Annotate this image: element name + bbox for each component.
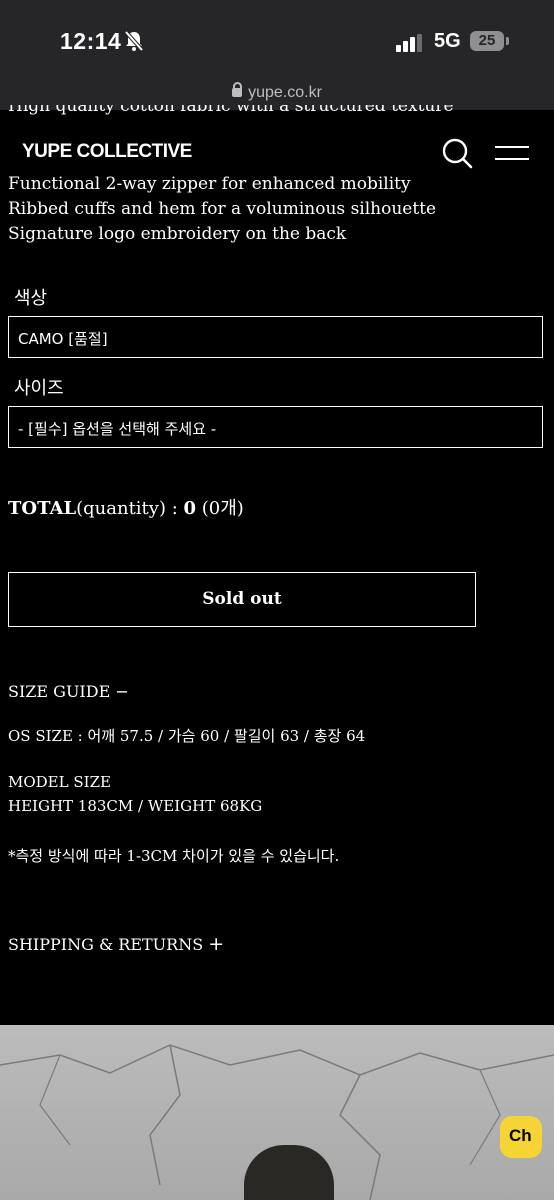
- shipping-returns-title: SHIPPING & RETURNS: [8, 935, 204, 954]
- plus-icon: +: [208, 933, 225, 955]
- total-quantity: TOTAL(quantity) : 0 (0개): [8, 494, 244, 520]
- feature-line: Ribbed cuffs and hem for a voluminous si…: [8, 199, 437, 219]
- chat-button[interactable]: Ch: [500, 1116, 542, 1158]
- feature-line: Functional 2-way zipper for enhanced mob…: [8, 174, 411, 194]
- clock: 12:14: [60, 28, 122, 54]
- total-count: 0: [183, 498, 197, 519]
- total-label: TOTAL: [8, 498, 77, 519]
- os-size-text: OS SIZE : 어깨 57.5 / 가슴 60 / 팔길이 63 / 총장 …: [8, 727, 366, 745]
- color-select-value: CAMO [품절]: [18, 330, 108, 348]
- feature-line: Signature logo embroidery on the back: [8, 224, 347, 244]
- lock-icon: [232, 82, 243, 97]
- size-select-value: - [필수] 옵션을 선택해 주세요 -: [18, 420, 217, 438]
- total-count-paren: (0개): [196, 498, 244, 519]
- size-label: 사이즈: [14, 378, 64, 399]
- color-label: 색상: [14, 288, 48, 309]
- site-logo[interactable]: YUPE COLLECTIVE: [22, 141, 192, 163]
- minus-icon: −: [115, 682, 129, 701]
- status-bar: 12:14 5G 25 yupe.co.kr: [0, 0, 554, 110]
- sold-out-button[interactable]: Sold out: [8, 572, 476, 627]
- bell-muted-icon: [124, 30, 144, 52]
- size-select[interactable]: - [필수] 옵션을 선택해 주세요 -: [8, 406, 543, 448]
- product-photo: [0, 1025, 554, 1200]
- size-guide-toggle[interactable]: SIZE GUIDE −: [8, 682, 129, 701]
- url-text: yupe.co.kr: [248, 84, 322, 101]
- measurement-note: *측정 방식에 따라 1-3CM 차이가 있을 수 있습니다.: [8, 847, 340, 865]
- model-size-text: HEIGHT 183CM / WEIGHT 68KG: [8, 797, 263, 815]
- search-icon[interactable]: [440, 136, 474, 170]
- battery-icon: 25: [470, 31, 504, 51]
- network-type: 5G: [434, 30, 461, 52]
- shipping-returns-toggle[interactable]: SHIPPING & RETURNS +: [8, 933, 224, 955]
- signal-icon: [396, 34, 422, 52]
- model-size-title: MODEL SIZE: [8, 773, 111, 791]
- url-bar[interactable]: yupe.co.kr: [0, 82, 554, 102]
- battery-tip: [506, 37, 509, 45]
- chat-icon: Ch: [509, 1126, 532, 1145]
- size-guide-title: SIZE GUIDE: [8, 682, 111, 701]
- color-select[interactable]: CAMO [품절]: [8, 316, 543, 358]
- hamburger-menu-icon[interactable]: [494, 142, 530, 166]
- total-text: (quantity) :: [76, 498, 184, 519]
